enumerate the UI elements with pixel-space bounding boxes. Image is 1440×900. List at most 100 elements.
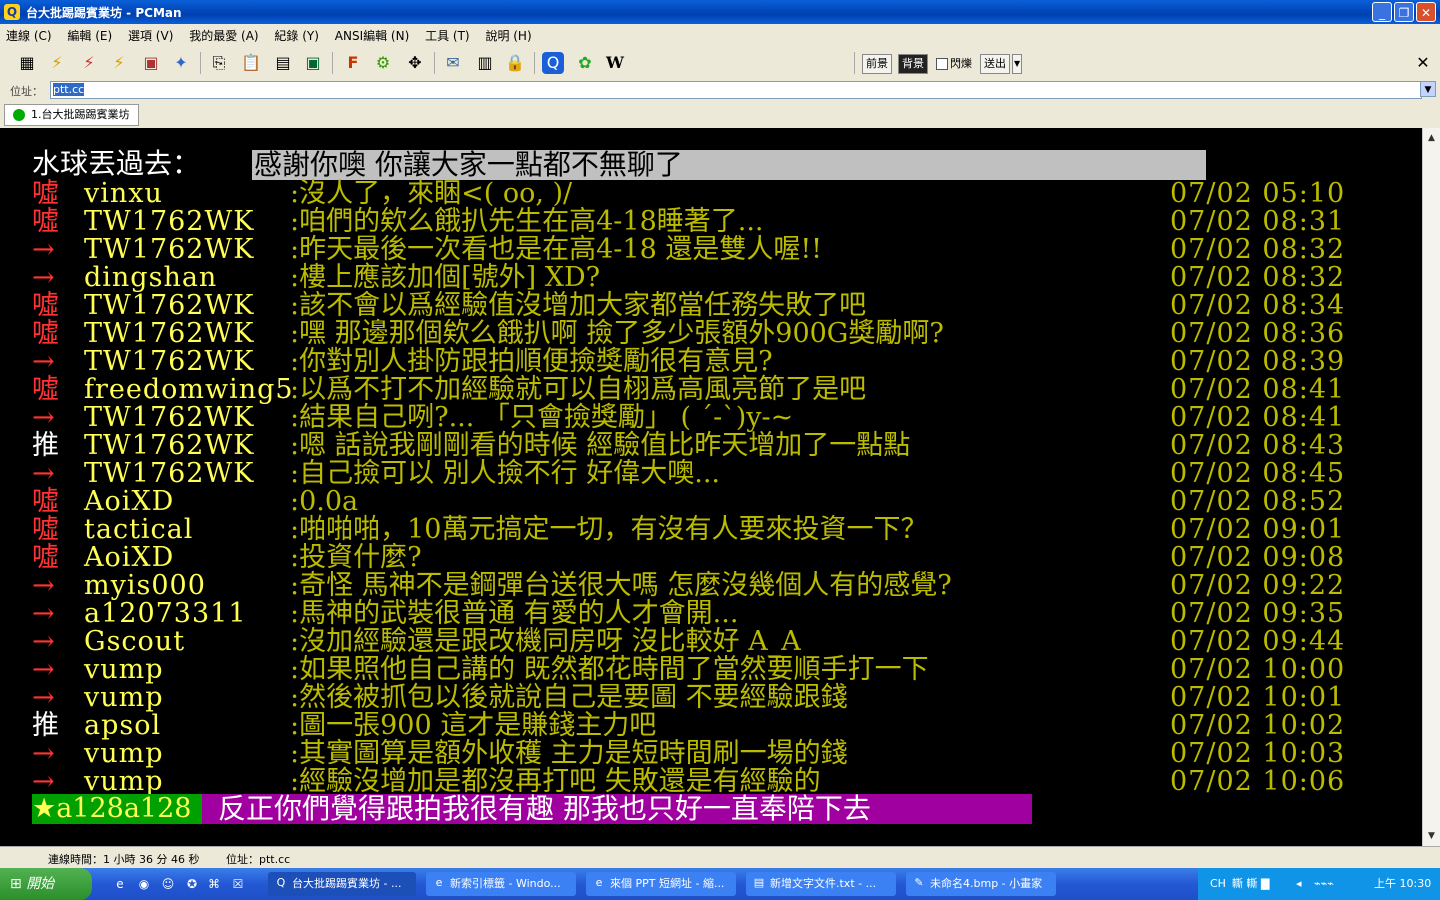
send-dropdown-icon[interactable]: ▼: [1012, 54, 1023, 74]
start-button[interactable]: ⊞ 開始: [0, 868, 92, 900]
task-notepad[interactable]: ▤ 新增文字文件.txt - ...: [746, 872, 896, 896]
close-connection-icon[interactable]: ▣: [140, 52, 162, 74]
ime-indicator[interactable]: 䡳 䡳 ▇: [1232, 868, 1269, 900]
network-tray-icon[interactable]: ⌁⌁⌁: [1314, 868, 1334, 900]
title-bar: Q 台大批踢踢賓業坊 - PCMan _ ❐ ✕: [0, 0, 1440, 24]
comment-message: :圖一張900 這才是賺錢主力吧: [290, 710, 657, 741]
comment-time: 07/02 10:02: [1170, 710, 1346, 741]
water-ball-input[interactable]: 感謝你噢 你讓大家一點都不無聊了: [252, 150, 1206, 180]
comment-tag: →: [32, 738, 55, 769]
comment-message: :啪啪啪，10萬元搞定一切，有沒有人要來投資一下？: [290, 514, 928, 545]
site-list-icon[interactable]: ▦: [16, 52, 38, 74]
background-color-button[interactable]: 背景: [898, 54, 928, 74]
menu-help[interactable]: 說明 (H): [479, 24, 537, 47]
minimize-button[interactable]: _: [1372, 2, 1392, 22]
scroll-up-icon[interactable]: ▲: [1424, 130, 1439, 146]
restore-button[interactable]: ❐: [1394, 2, 1414, 22]
paste-icon[interactable]: 📋: [240, 52, 262, 74]
comment-user: TW1762WK: [84, 430, 255, 461]
font-icon[interactable]: F: [342, 52, 364, 74]
blink-checkbox[interactable]: [936, 58, 948, 70]
menu-ansi-edit[interactable]: ANSI編輯 (N): [329, 24, 416, 47]
network-quicklaunch-icon[interactable]: ⌘: [206, 876, 222, 892]
terminal-screen[interactable]: 水球丟過去： 感謝你噢 你讓大家一點都不無聊了 噓 vinxu:沒人了，來睏<( …: [0, 128, 1422, 846]
comment-message: :沒人了，來睏<( oo, )/: [290, 178, 573, 209]
comment-message: :如果照他自己講的 既然都花時間了當然要順手打一下: [290, 654, 929, 685]
comment-message: :咱們的欸么餓扒先生在高4-18睡著了...: [290, 206, 764, 237]
comment-message: :然後被抓包以後就說自己是要圖 不要經驗跟錢: [290, 682, 848, 713]
comment-tag: →: [32, 654, 55, 685]
message-text: 反正你們覺得跟拍我很有趣 那我也只好一直奉陪下去: [218, 792, 871, 825]
send-button[interactable]: 送出: [980, 54, 1010, 74]
copy-with-color-icon[interactable]: ▤: [272, 52, 294, 74]
wikipedia-icon[interactable]: W: [604, 52, 626, 74]
menu-favorites[interactable]: 我的最愛 (A): [183, 24, 264, 47]
browser-quicklaunch-icon[interactable]: ◉: [136, 876, 152, 892]
paste-with-color-icon[interactable]: ▣: [302, 52, 324, 74]
comment-time: 07/02 10:03: [1170, 738, 1346, 769]
close-tab-icon[interactable]: ✕: [1412, 52, 1434, 74]
comment-message: :投資什麼?: [290, 542, 422, 573]
messenger-quicklaunch-icon[interactable]: ☺: [160, 876, 176, 892]
task-label: 新增文字文件.txt - ...: [770, 877, 877, 890]
tab-ptt[interactable]: 1.台大批踢踢賓業坊: [4, 104, 139, 126]
menu-edit[interactable]: 編輯 (E): [61, 24, 118, 47]
terminal-scrollbar[interactable]: ▲ ▼: [1422, 128, 1440, 846]
menu-history[interactable]: 紀錄 (Y): [268, 24, 325, 47]
fullscreen-icon[interactable]: ✥: [404, 52, 426, 74]
task-label: 台大批踢踢賓業坊 - ...: [292, 877, 402, 890]
ie-task-icon: e: [595, 876, 603, 889]
tool-quicklaunch-icon[interactable]: ☒: [230, 876, 246, 892]
reconnect-icon[interactable]: ⚡: [108, 52, 130, 74]
status-message-line: ★a128a128 反正你們覺得跟拍我很有趣 那我也只好一直奉陪下去: [32, 794, 1032, 824]
comment-tag: →: [32, 570, 55, 601]
mail-icon[interactable]: ✉: [442, 52, 464, 74]
notepad-task-icon: ▤: [753, 876, 765, 889]
task-pcman[interactable]: Q 台大批踢踢賓業坊 - ...: [268, 872, 416, 896]
comment-tag: →: [32, 402, 55, 433]
message-sender: ★a128a128: [32, 794, 202, 824]
task-ppt-short-url[interactable]: e 來個 PPT 短網址 - 縮...: [586, 872, 736, 896]
close-button[interactable]: ✕: [1416, 2, 1436, 22]
comment-tag: →: [32, 626, 55, 657]
ansi-editor-icon[interactable]: ▥: [474, 52, 496, 74]
disconnect-icon[interactable]: ⚡: [78, 52, 100, 74]
scroll-down-icon[interactable]: ▼: [1424, 828, 1439, 844]
comment-user: vump: [84, 654, 164, 685]
tray-expand-icon[interactable]: ◂: [1296, 868, 1302, 900]
task-paint[interactable]: ✎ 未命名4.bmp - 小畫家: [906, 872, 1056, 896]
comment-user: vump: [84, 682, 164, 713]
comment-message: :昨天最後一次看也是在高4-18 還是雙人喔!!: [290, 234, 823, 265]
comment-time: 07/02 08:34: [1170, 290, 1346, 321]
comment-message: :嘿 那邊那個欸么餓扒啊 撿了多少張額外900G獎勵啊?: [290, 318, 944, 349]
task-new-tab[interactable]: e 新索引標籤 - Windo...: [426, 872, 576, 896]
pcman-app-icon[interactable]: Q: [4, 4, 20, 20]
quick-connect-icon[interactable]: ⚡: [46, 52, 68, 74]
menu-connection[interactable]: 連線 (C): [0, 24, 58, 47]
foreground-color-button[interactable]: 前景: [862, 54, 892, 74]
menu-tools[interactable]: 工具 (T): [419, 24, 476, 47]
ie-quicklaunch-icon[interactable]: e: [112, 876, 128, 892]
window-title: 台大批踢踢賓業坊 - PCMan: [26, 6, 182, 20]
comment-tag: 噓: [32, 178, 59, 209]
comment-tag: 噓: [32, 374, 59, 405]
address-dropdown-icon[interactable]: ▼: [1420, 81, 1436, 97]
comment-message: :0.0a: [290, 486, 359, 517]
comment-tag: 噓: [32, 206, 59, 237]
comment-tag: 推: [32, 710, 59, 741]
settings-gear-icon[interactable]: ⚙: [372, 52, 394, 74]
language-indicator[interactable]: CH: [1210, 868, 1226, 900]
app-quicklaunch-icon[interactable]: ✪: [184, 876, 200, 892]
copy-icon[interactable]: ⎘: [208, 52, 230, 74]
comment-time: 07/02 05:10: [1170, 178, 1346, 209]
search-q-icon[interactable]: Q: [542, 52, 564, 74]
address-input[interactable]: ptt.cc: [50, 81, 1422, 99]
lock-icon[interactable]: 🔒: [504, 52, 526, 74]
add-favorite-icon[interactable]: ✦: [170, 52, 192, 74]
toolbar-separator: [200, 52, 201, 74]
menu-options[interactable]: 選項 (V): [122, 24, 179, 47]
task-label: 未命名4.bmp - 小畫家: [930, 877, 1043, 890]
connected-status-icon: [13, 109, 25, 121]
plugin-flower-icon[interactable]: ✿: [574, 52, 596, 74]
tab-label: 1.台大批踢踢賓業坊: [31, 108, 130, 121]
